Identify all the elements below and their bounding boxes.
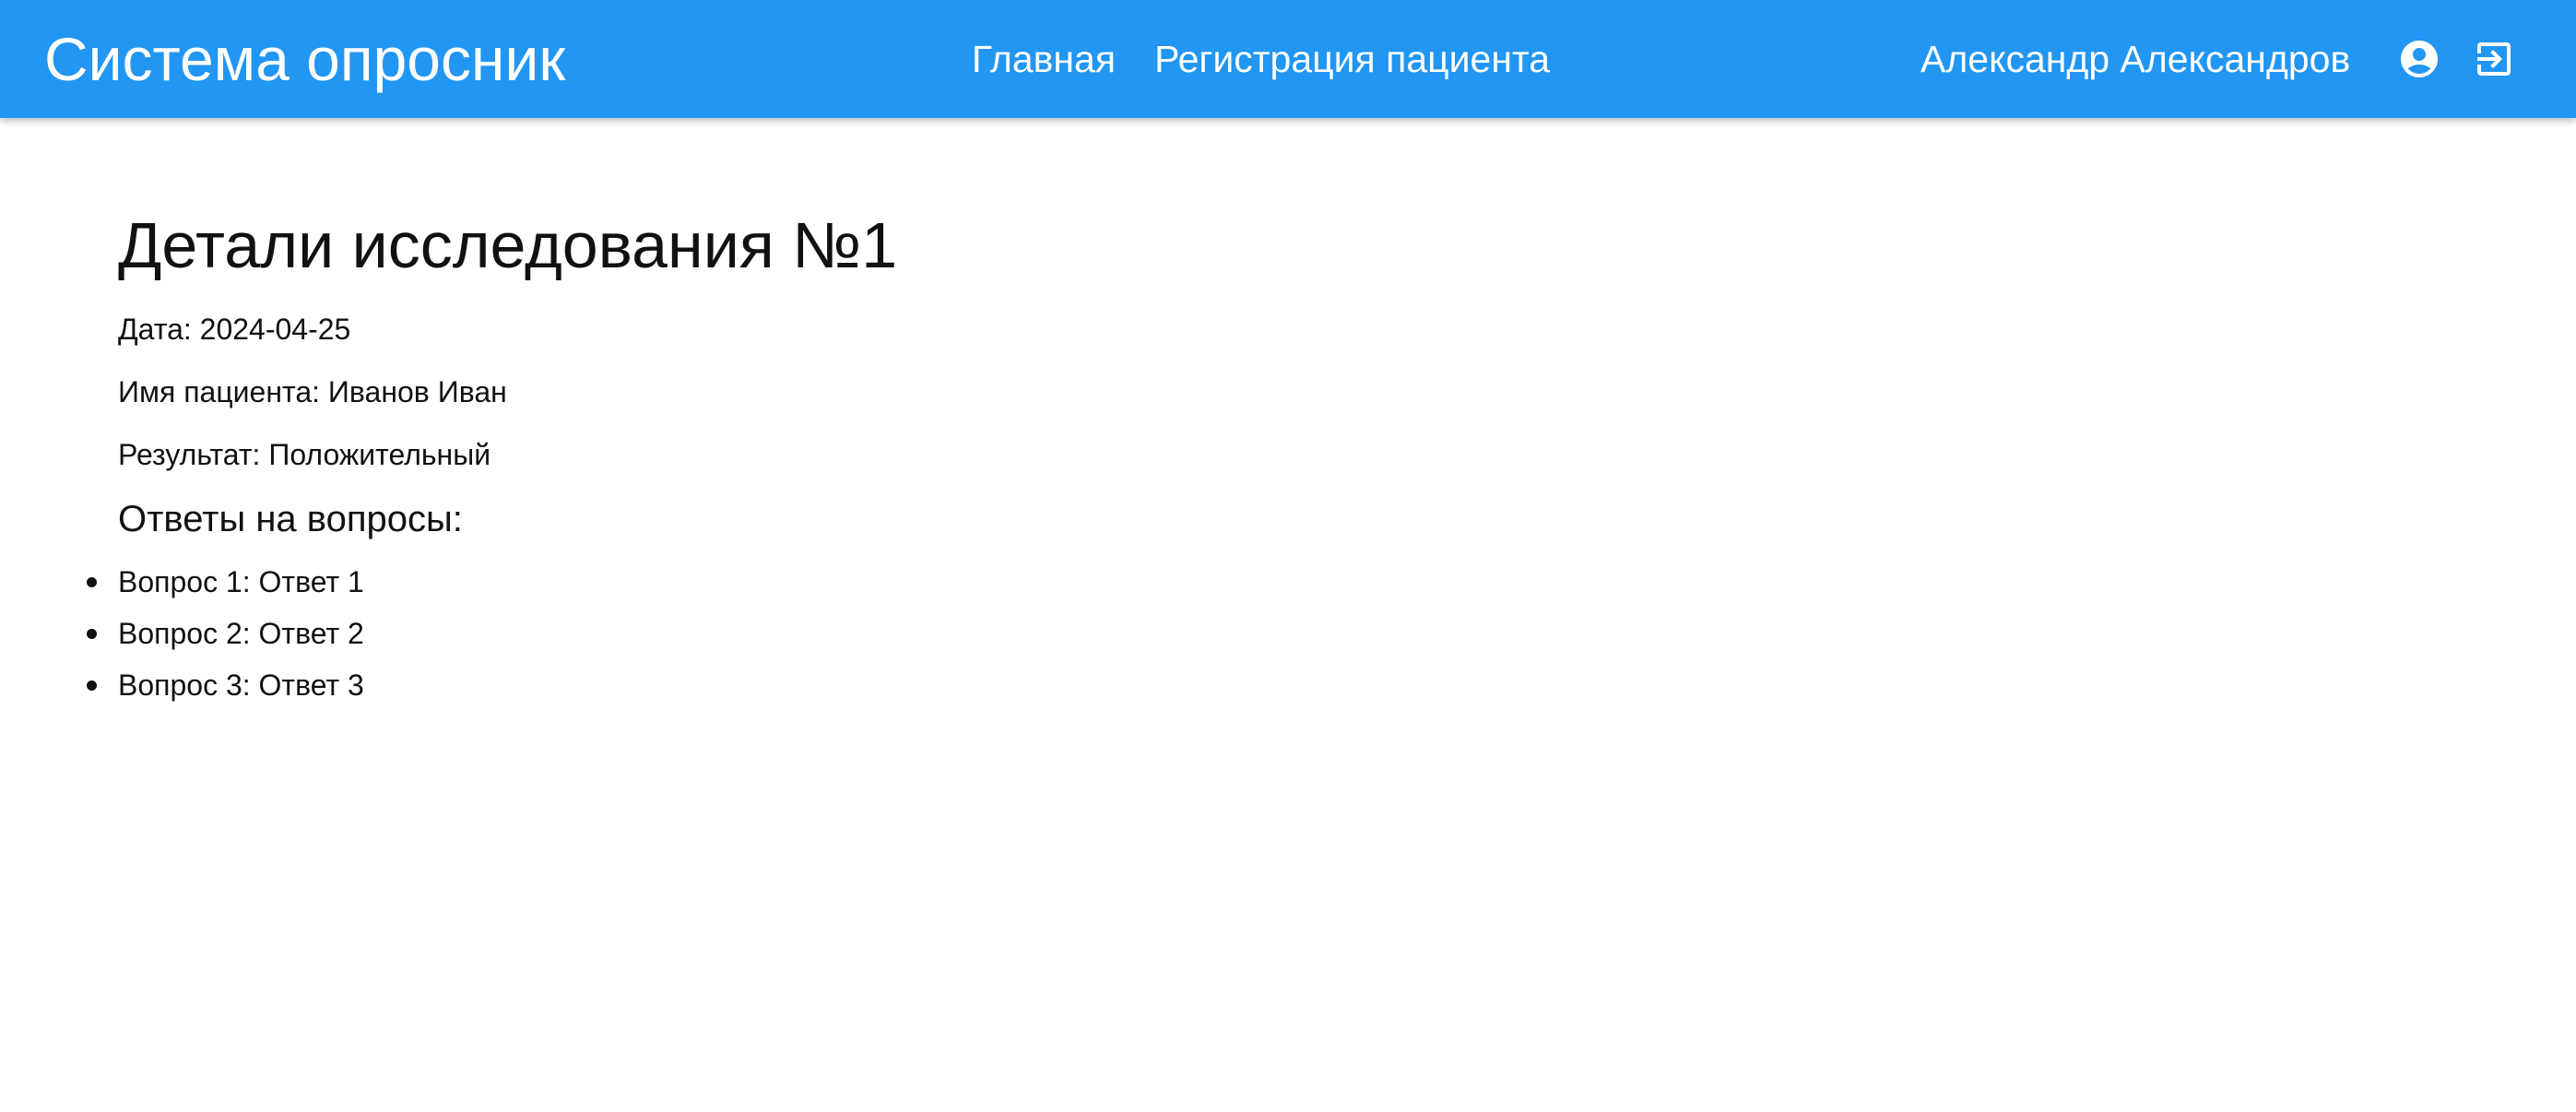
- logout-icon: [2477, 42, 2511, 76]
- study-details: Детали исследования №1 Дата: 2024-04-25 …: [87, 203, 2331, 717]
- study-result: Результат: Положительный: [118, 438, 491, 471]
- nav-link-home[interactable]: Главная: [972, 35, 1116, 83]
- app-title[interactable]: Система опросник: [44, 22, 565, 96]
- app-bar: Система опросник Главная Регистрация пац…: [0, 0, 2576, 118]
- account-button[interactable]: [2397, 37, 2441, 81]
- list-item: Вопрос 1: Ответ 1: [87, 562, 2331, 601]
- list-item: Вопрос 3: Ответ 3: [87, 666, 2331, 704]
- main-nav: Главная Регистрация пациента: [972, 35, 1550, 83]
- answers-list: Вопрос 1: Ответ 1 Вопрос 2: Ответ 2 Вопр…: [87, 562, 2331, 704]
- list-item: Вопрос 2: Ответ 2: [87, 614, 2331, 653]
- bullet-icon: [87, 577, 97, 587]
- nav-link-patient-registration[interactable]: Регистрация пациента: [1154, 35, 1550, 83]
- answers-heading: Ответы на вопросы:: [118, 499, 463, 539]
- answer-text: Вопрос 2: Ответ 2: [118, 617, 364, 650]
- study-date: Дата: 2024-04-25: [118, 313, 351, 346]
- logout-button[interactable]: [2472, 37, 2516, 81]
- bullet-icon: [87, 680, 97, 691]
- user-name: Александр Александров: [1920, 38, 2351, 80]
- account-circle-icon: [2401, 41, 2438, 77]
- patient-name: Имя пациента: Иванов Иван: [118, 375, 507, 408]
- bullet-icon: [87, 629, 97, 639]
- page-title: Детали исследования №1: [118, 209, 898, 281]
- answer-text: Вопрос 3: Ответ 3: [118, 668, 364, 702]
- answer-text: Вопрос 1: Ответ 1: [118, 565, 364, 598]
